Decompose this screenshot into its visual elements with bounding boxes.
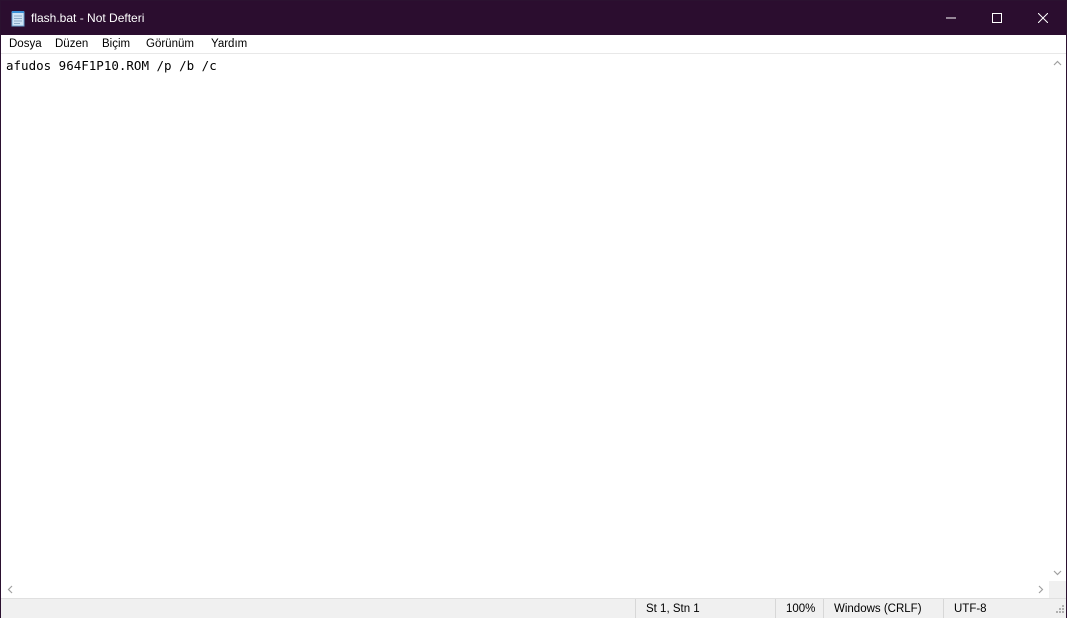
scroll-up-button[interactable] — [1049, 54, 1066, 71]
cursor-position: St 1, Stn 1 — [635, 599, 775, 618]
status-bar: St 1, Stn 1 100% Windows (CRLF) UTF-8 — [1, 598, 1066, 618]
notepad-icon — [11, 11, 25, 27]
editor-text[interactable]: afudos 964F1P10.ROM /p /b /c — [6, 58, 217, 73]
scrollbar-corner — [1049, 581, 1066, 598]
minimize-icon — [946, 17, 956, 19]
chevron-right-icon — [1038, 585, 1043, 594]
zoom-level: 100% — [775, 599, 823, 618]
menu-gorunum[interactable]: Görünüm — [146, 38, 194, 50]
minimize-button[interactable] — [928, 1, 974, 35]
scroll-right-button[interactable] — [1032, 581, 1049, 598]
close-button[interactable] — [1020, 1, 1066, 35]
chevron-up-icon — [1053, 60, 1062, 65]
close-icon — [1038, 13, 1048, 23]
menu-duzen[interactable]: Düzen — [55, 38, 88, 50]
resize-grip-icon[interactable] — [1053, 604, 1065, 616]
text-editor-area[interactable]: afudos 964F1P10.ROM /p /b /c — [1, 54, 1049, 581]
menu-bicim[interactable]: Biçim — [102, 38, 130, 50]
menu-bar: Dosya Düzen Biçim Görünüm Yardım — [1, 35, 1066, 54]
line-ending: Windows (CRLF) — [823, 599, 943, 618]
chevron-left-icon — [7, 585, 12, 594]
maximize-icon — [992, 13, 1002, 23]
maximize-button[interactable] — [974, 1, 1020, 35]
vertical-scrollbar[interactable] — [1049, 54, 1066, 581]
menu-dosya[interactable]: Dosya — [9, 38, 42, 50]
horizontal-scrollbar[interactable] — [1, 581, 1049, 598]
menu-yardim[interactable]: Yardım — [211, 38, 247, 50]
window-title: flash.bat - Not Defteri — [31, 11, 145, 25]
chevron-down-icon — [1053, 570, 1062, 575]
title-bar[interactable]: flash.bat - Not Defteri — [1, 1, 1066, 35]
notepad-window: flash.bat - Not Defteri Dosya Düzen Biçi… — [0, 0, 1067, 618]
encoding: UTF-8 — [943, 599, 1051, 618]
scroll-down-button[interactable] — [1049, 564, 1066, 581]
scroll-left-button[interactable] — [1, 581, 18, 598]
